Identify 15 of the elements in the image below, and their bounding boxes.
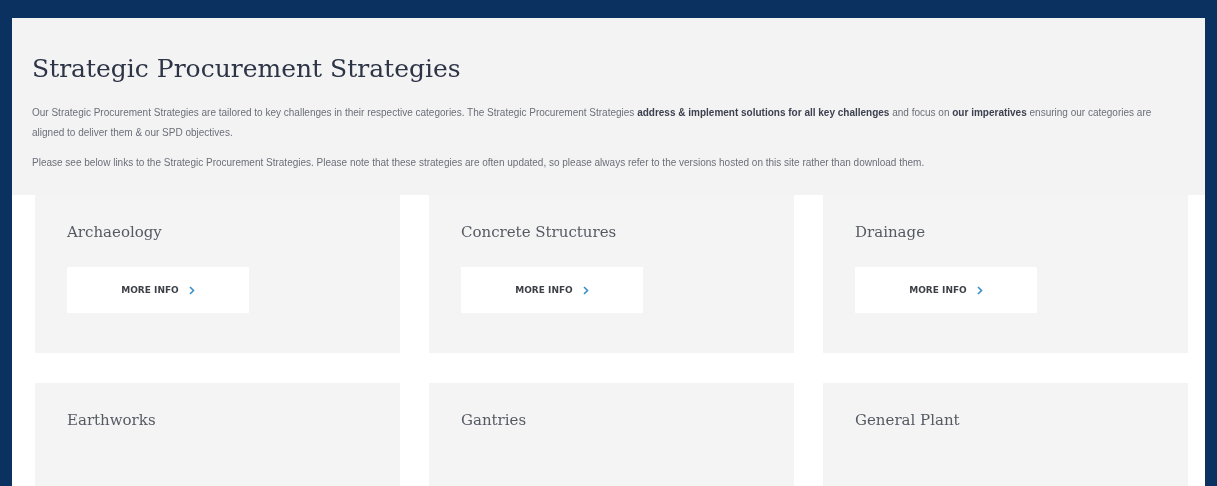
intro-paragraph: Please see below links to the Strategic Procurement Strategies. Please note that these strategies are often updated, so please always refer to the versions hosted on this site rather than download them. [32, 156, 926, 170]
card-title: General Plant [855, 411, 961, 429]
chevron-icon [188, 285, 195, 295]
chevron-icon [582, 285, 589, 295]
more-info-button[interactable]: MORE INFO [855, 267, 1037, 313]
card-title: Concrete Structures [461, 223, 618, 241]
card-title: Earthworks [67, 411, 157, 429]
card-title: Archaeology [67, 223, 163, 241]
chevron-icon [976, 285, 983, 295]
card-title: Gantries [461, 411, 528, 429]
more-info-button[interactable]: MORE INFO [461, 267, 643, 313]
page-title: Strategic Procurement Strategies [32, 54, 462, 83]
intro-paragraph: Our Strategic Procurement Strategies are tailored to key challenges in their respective categories. The Strategic Procurement Strategies address & implement solutions for all key challenges and focus on our imperatives ensuring our categories are aligned to deliver them & our SPD objectives. [32, 106, 1153, 140]
more-info-button[interactable]: MORE INFO [67, 267, 249, 313]
card-title: Drainage [855, 223, 927, 241]
